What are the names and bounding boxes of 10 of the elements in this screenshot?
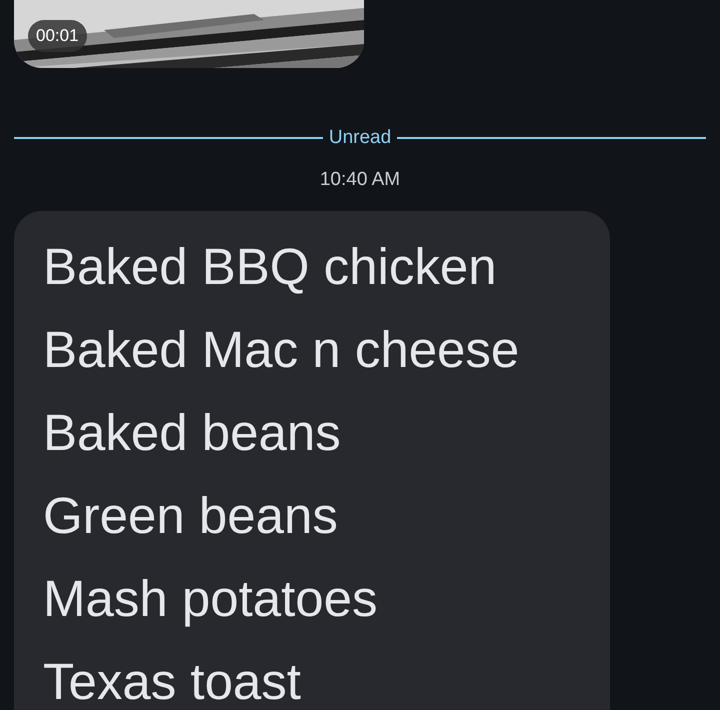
message-line: Mash potatoes	[43, 569, 379, 629]
message-timestamp: 10:40 AM	[320, 169, 400, 190]
message-line: Baked beans	[43, 403, 342, 463]
unread-label: Unread	[328, 127, 392, 149]
message-line: Texas toast	[43, 652, 302, 710]
message-line: Green beans	[43, 486, 339, 546]
video-thumbnail[interactable]: 00:01	[14, 0, 364, 68]
message-line: Baked Mac n cheese	[43, 320, 520, 380]
message-bubble[interactable]: Baked BBQ chicken Baked Mac n cheese Baked beans Green beans Mash potatoes Texas toast	[14, 211, 610, 710]
message-line: Baked BBQ chicken	[43, 237, 498, 297]
